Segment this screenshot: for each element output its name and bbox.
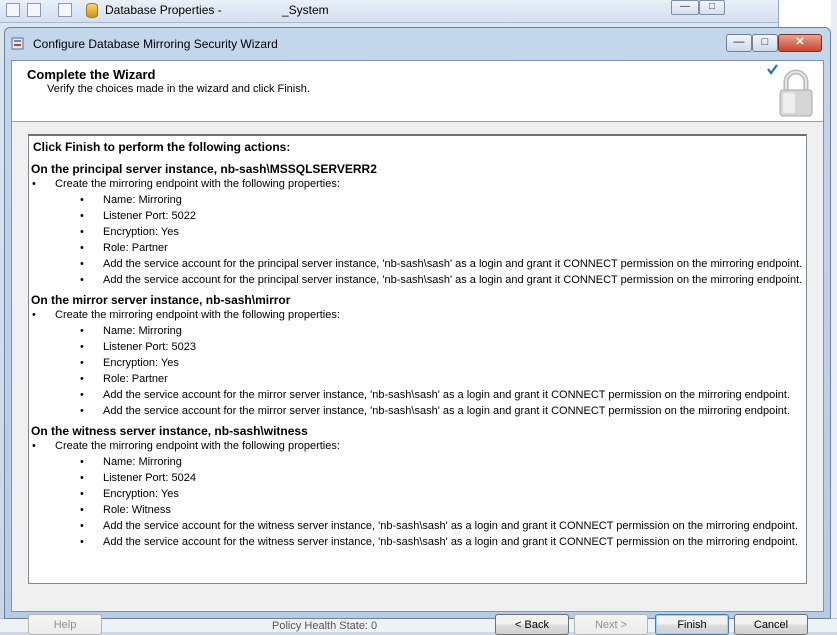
summary-title: Click Finish to perform the following ac… (33, 140, 291, 154)
property-item: Add the service account for the principa… (31, 272, 806, 288)
wizard-app-icon (11, 37, 24, 50)
property-item: Encryption: Yes (31, 224, 806, 240)
background-minimize-button[interactable]: — (671, 0, 699, 15)
print-icon[interactable] (27, 3, 41, 17)
wizard-header: Complete the Wizard Verify the choices m… (12, 61, 823, 122)
page-heading: Complete the Wizard (27, 67, 156, 82)
wizard-minimize-button[interactable]: — (726, 34, 752, 52)
help-button[interactable]: Help (28, 614, 102, 635)
property-item: Listener Port: 5024 (31, 470, 806, 486)
wizard-client-area: Complete the Wizard Verify the choices m… (11, 60, 824, 635)
background-titlebar: Database Properties - _System — □ (0, 0, 778, 23)
background-window-title-suffix: _System (282, 3, 329, 17)
background-status-text: Policy Health State: 0 (272, 620, 378, 632)
section-heading: On the witness server instance, nb-sash\… (31, 424, 308, 438)
action-item: Create the mirroring endpoint with the f… (31, 176, 806, 192)
save-icon[interactable] (6, 3, 20, 17)
summary-section-mirror: On the mirror server instance, nb-sash\m… (31, 293, 806, 420)
next-button[interactable]: Next > (574, 614, 648, 635)
property-item: Name: Mirroring (31, 192, 806, 208)
summary-section-principal: On the principal server instance, nb-sas… (31, 162, 806, 289)
property-item: Add the service account for the principa… (31, 256, 806, 272)
property-item: Add the service account for the mirror s… (31, 387, 806, 403)
property-item: Role: Partner (31, 371, 806, 387)
property-item: Role: Partner (31, 240, 806, 256)
wizard-window: Configure Database Mirroring Security Wi… (4, 27, 831, 635)
wizard-title: Configure Database Mirroring Security Wi… (33, 37, 278, 51)
lock-icon (767, 64, 813, 117)
database-icon (86, 3, 98, 18)
background-window-border (831, 0, 837, 631)
property-item: Encryption: Yes (31, 486, 806, 502)
action-item: Create the mirroring endpoint with the f… (31, 438, 806, 454)
cancel-button[interactable]: Cancel (734, 614, 808, 635)
summary-section-witness: On the witness server instance, nb-sash\… (31, 424, 806, 551)
page-subheading: Verify the choices made in the wizard an… (47, 83, 310, 95)
property-item: Add the service account for the mirror s… (31, 403, 806, 419)
property-item: Listener Port: 5022 (31, 208, 806, 224)
wizard-maximize-button[interactable]: □ (752, 34, 778, 52)
action-item: Create the mirroring endpoint with the f… (31, 307, 806, 323)
wizard-titlebar[interactable]: Configure Database Mirroring Security Wi… (5, 28, 830, 58)
property-item: Add the service account for the witness … (31, 534, 806, 550)
property-item: Encryption: Yes (31, 355, 806, 371)
finish-button[interactable]: Finish (655, 614, 729, 635)
background-window-title: Database Properties - (105, 3, 222, 17)
section-heading: On the principal server instance, nb-sas… (31, 162, 377, 176)
back-button[interactable]: < Back (495, 614, 569, 635)
wizard-close-button[interactable]: ✕ (778, 34, 822, 52)
property-item: Name: Mirroring (31, 323, 806, 339)
property-item: Role: Witness (31, 502, 806, 518)
section-heading: On the mirror server instance, nb-sash\m… (31, 293, 291, 307)
property-item: Name: Mirroring (31, 454, 806, 470)
chart-icon[interactable] (58, 3, 72, 17)
property-item: Listener Port: 5023 (31, 339, 806, 355)
summary-pane[interactable]: Click Finish to perform the following ac… (28, 134, 807, 584)
property-item: Add the service account for the witness … (31, 518, 806, 534)
background-maximize-button[interactable]: □ (699, 0, 725, 15)
